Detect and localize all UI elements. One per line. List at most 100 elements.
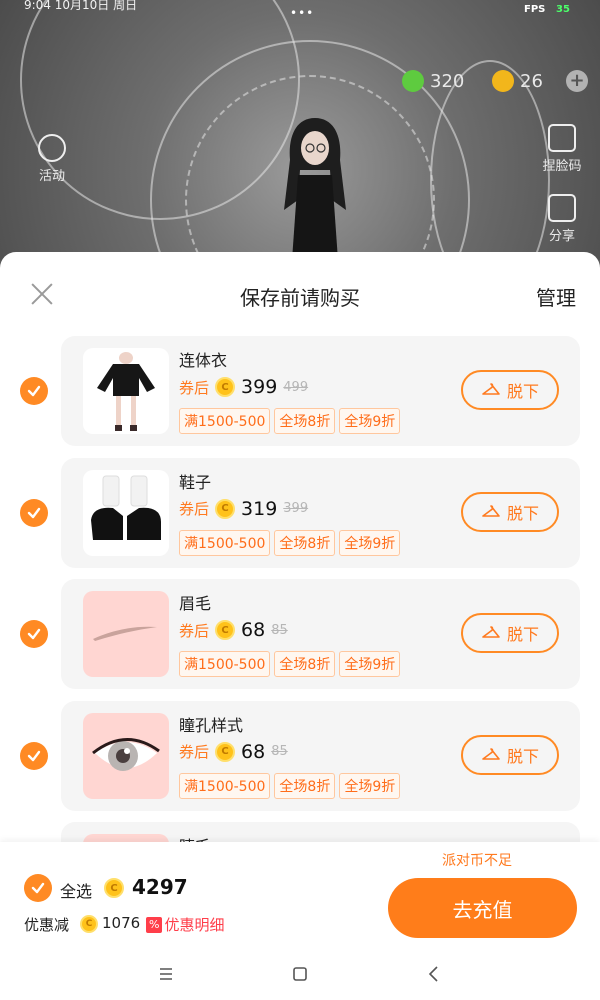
item-price: 319 xyxy=(241,497,278,520)
share-label: 分享 xyxy=(548,229,575,244)
cart-item: 鞋子 券后 C 319 399 满1500-500 全场8折 全场9折 脱下 xyxy=(0,457,600,580)
original-price: 399 xyxy=(283,501,309,516)
price-line: 券后 C 68 85 xyxy=(179,619,288,641)
item-name: 鞋子 xyxy=(179,472,212,492)
game-background: 9:04 10月10日 周日 ••• FPS 35 320 26 + 捏脸码 分… xyxy=(0,0,600,260)
take-off-button[interactable]: 脱下 xyxy=(461,613,559,653)
item-name: 眉毛 xyxy=(179,594,212,613)
after-coupon-label: 券后 xyxy=(179,743,210,761)
sheet-header: 保存前请购买 管理 xyxy=(0,252,600,336)
promo-tag: 满1500-500 xyxy=(179,772,271,799)
original-price: 499 xyxy=(283,379,309,395)
check-icon xyxy=(31,882,45,894)
discount-value: 1076 xyxy=(102,914,141,932)
system-nav-bar xyxy=(0,944,600,1000)
manage-button[interactable]: 管理 xyxy=(536,282,576,311)
item-checkbox[interactable] xyxy=(20,620,48,648)
coin-icon: C xyxy=(104,878,124,898)
take-off-label: 脱下 xyxy=(506,503,539,523)
green-currency-value: 320 xyxy=(430,70,465,92)
item-checkbox[interactable] xyxy=(20,741,48,770)
item-name: 连体衣 xyxy=(179,351,228,370)
shoes-thumbnail xyxy=(83,469,169,556)
discount-detail-link[interactable]: % 优惠明细 xyxy=(146,914,224,935)
recharge-button[interactable]: 去充值 xyxy=(388,878,577,938)
promo-tag: 全场9折 xyxy=(339,529,401,556)
take-off-button[interactable]: 脱下 xyxy=(461,370,559,410)
after-coupon-label: 券后 xyxy=(179,500,210,518)
total-price: 4297 xyxy=(132,875,188,899)
star-icon xyxy=(38,134,66,162)
discount-label: 优惠减 xyxy=(24,916,70,934)
gold-currency-value: 26 xyxy=(520,70,543,92)
item-name: 瞳孔样式 xyxy=(179,715,244,735)
coin-icon: C xyxy=(80,915,98,933)
green-coin-icon xyxy=(402,70,424,92)
item-card: 瞳孔样式 券后 C 68 85 满1500-500 全场8折 全场9折 脱下 xyxy=(61,700,580,811)
gold-coin-icon xyxy=(492,70,514,92)
add-currency-button[interactable]: + xyxy=(566,70,588,92)
check-icon xyxy=(27,628,41,640)
promo-tag: 全场8折 xyxy=(274,408,336,434)
percent-badge-icon: % xyxy=(146,916,163,933)
coin-icon: C xyxy=(215,377,236,397)
coin-icon: C xyxy=(215,741,236,762)
share-icon xyxy=(548,194,576,222)
promo-tags: 满1500-500 全场8折 全场9折 xyxy=(179,772,401,799)
item-checkbox[interactable] xyxy=(20,498,48,527)
fps-value: 35 xyxy=(556,4,570,15)
item-card: 连体衣 券后 C 399 499 满1500-500 全场8折 全场9折 脱下 xyxy=(61,336,580,446)
take-off-label: 脱下 xyxy=(506,625,539,644)
pupil-thumbnail xyxy=(83,712,169,799)
discount-detail-label: 优惠明细 xyxy=(164,916,225,934)
select-all-label: 全选 xyxy=(60,882,93,901)
coin-icon: C xyxy=(215,620,236,640)
face-code-label: 捏脸码 xyxy=(542,159,582,174)
promo-tag: 满1500-500 xyxy=(179,651,271,677)
activity-button[interactable]: 活动 xyxy=(22,134,82,184)
checkout-footer: 全选 C 4297 优惠减 C 1076 % 优惠明细 派对币不足 去充值 xyxy=(0,842,600,944)
green-currency: 320 xyxy=(402,70,464,92)
avatar-character xyxy=(284,118,346,260)
item-price: 399 xyxy=(241,376,278,398)
take-off-button[interactable]: 脱下 xyxy=(461,491,559,532)
promo-tag: 满1500-500 xyxy=(179,408,271,434)
after-coupon-label: 券后 xyxy=(179,378,210,397)
cart-item: 眉毛 券后 C 68 85 满1500-500 全场8折 全场9折 脱下 xyxy=(0,579,600,701)
check-icon xyxy=(27,507,41,518)
hanger-icon xyxy=(482,504,500,517)
dress-thumbnail xyxy=(83,348,169,434)
cart-item: 瞳孔样式 券后 C 68 85 满1500-500 全场8折 全场9折 脱下 xyxy=(0,700,600,823)
fps-label: FPS xyxy=(524,4,546,15)
hanger-icon xyxy=(482,383,500,395)
item-card: 眉毛 券后 C 68 85 满1500-500 全场8折 全场9折 脱下 xyxy=(61,579,580,689)
eyebrow-thumbnail xyxy=(83,591,169,677)
share-button[interactable]: 分享 xyxy=(532,194,592,244)
promo-tags: 满1500-500 全场8折 全场9折 xyxy=(179,529,401,556)
hanger-icon xyxy=(482,747,500,760)
item-card: 鞋子 券后 C 319 399 满1500-500 全场8折 全场9折 脱下 xyxy=(61,457,580,568)
item-price: 68 xyxy=(241,619,266,641)
menu-icon[interactable] xyxy=(154,962,178,986)
sheet-title: 保存前请购买 xyxy=(240,286,360,310)
check-icon xyxy=(27,750,41,761)
promo-tags: 满1500-500 全场8折 全场9折 xyxy=(179,651,401,677)
take-off-button[interactable]: 脱下 xyxy=(461,734,559,775)
item-checkbox[interactable] xyxy=(20,377,48,405)
select-all-checkbox[interactable] xyxy=(24,874,52,902)
price-line: 券后 C 319 399 xyxy=(179,498,308,520)
price-line: 券后 C 68 85 xyxy=(179,741,288,763)
edit-icon xyxy=(548,124,576,152)
home-icon[interactable] xyxy=(288,962,312,986)
promo-tags: 满1500-500 全场8折 全场9折 xyxy=(179,408,401,434)
insufficient-balance-note: 派对币不足 xyxy=(442,853,512,869)
price-line: 券后 C 399 499 xyxy=(179,376,308,398)
cart-item: 连体衣 券后 C 399 499 满1500-500 全场8折 全场9折 脱下 xyxy=(0,336,600,458)
item-price: 68 xyxy=(241,740,266,763)
promo-tag: 全场9折 xyxy=(339,772,401,799)
back-icon[interactable] xyxy=(422,962,446,986)
promo-tag: 全场8折 xyxy=(274,529,336,556)
more-dots-icon[interactable]: ••• xyxy=(290,6,314,20)
status-time: 9:04 10月10日 周日 xyxy=(24,0,138,12)
face-code-button[interactable]: 捏脸码 xyxy=(532,124,592,174)
